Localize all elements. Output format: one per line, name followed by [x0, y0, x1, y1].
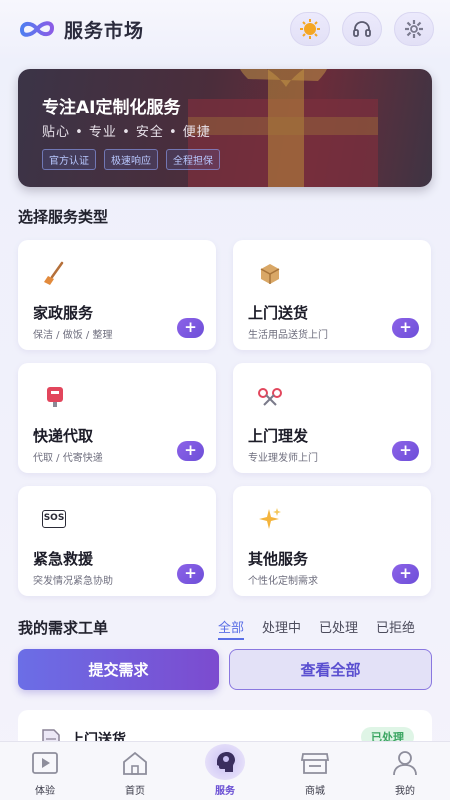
nav-label: 商城 — [305, 786, 325, 797]
service-desc: 保洁 / 做饭 / 整理 — [33, 330, 113, 341]
hero-banner[interactable]: 专注AI定制化服务 贴心 • 专业 • 安全 • 便捷 官方认证 极速响应 全程… — [18, 69, 432, 187]
service-desc: 突发情况紧急协助 — [33, 576, 113, 587]
service-name: 家政服务 — [33, 304, 94, 322]
view-all-button[interactable]: 查看全部 — [229, 649, 432, 690]
tab-processed[interactable]: 已处理 — [319, 617, 358, 640]
nav-item-store[interactable]: 商城 — [270, 742, 360, 800]
nav-item-service[interactable]: 服务 — [180, 742, 270, 800]
support-button[interactable] — [342, 12, 382, 46]
sparkles-icon — [259, 508, 281, 529]
nav-label: 首页 — [125, 786, 145, 797]
service-desc: 专业理发师上门 — [248, 453, 318, 464]
add-button[interactable]: + — [177, 441, 204, 461]
service-card-other[interactable]: 其他服务 个性化定制需求 + — [233, 486, 431, 596]
brain-head-icon — [217, 752, 235, 772]
tab-rejected[interactable]: 已拒绝 — [376, 617, 415, 640]
nav-label: 体验 — [35, 786, 55, 797]
broom-icon — [44, 261, 64, 285]
tab-all[interactable]: 全部 — [218, 617, 245, 640]
add-button[interactable]: + — [392, 564, 419, 584]
service-desc: 生活用品送货上门 — [248, 330, 328, 341]
service-name: 上门送货 — [248, 304, 309, 322]
user-icon — [393, 751, 417, 776]
hero-title: 专注AI定制化服务 — [42, 98, 181, 118]
nav-item-experience[interactable]: 体验 — [0, 742, 90, 800]
nav-label: 服务 — [215, 786, 235, 797]
sos-icon: SOS — [42, 510, 66, 528]
service-card-express[interactable]: 快递代取 代取 / 代寄快递 + — [18, 363, 216, 473]
service-section-title: 选择服务类型 — [18, 208, 109, 226]
app-header: 服务市场 — [0, 0, 450, 58]
nav-label: 我的 — [395, 786, 415, 797]
service-desc: 代取 / 代寄快递 — [33, 453, 103, 464]
bottom-nav: 体验 首页 服务 商城 我的 — [0, 741, 450, 800]
add-button[interactable]: + — [177, 318, 204, 338]
order-tabs: 全部 处理中 已处理 已拒绝 — [218, 617, 415, 640]
service-card-delivery[interactable]: 上门送货 生活用品送货上门 + — [233, 240, 431, 350]
service-name: 其他服务 — [248, 550, 309, 568]
tab-processing[interactable]: 处理中 — [262, 617, 301, 640]
hero-subtitle: 贴心 • 专业 • 安全 • 便捷 — [42, 125, 211, 140]
gear-icon — [405, 20, 423, 38]
scissors-icon — [258, 388, 282, 406]
package-icon — [260, 264, 280, 284]
nav-item-home[interactable]: 首页 — [90, 742, 180, 800]
hero-tag: 极速响应 — [104, 149, 158, 170]
hero-tag: 官方认证 — [42, 149, 96, 170]
postbox-icon — [47, 387, 63, 407]
service-card-haircut[interactable]: 上门理发 专业理发师上门 + — [233, 363, 431, 473]
sun-icon — [300, 19, 320, 39]
settings-button[interactable] — [394, 12, 434, 46]
theme-button[interactable] — [290, 12, 330, 46]
service-name: 紧急救援 — [33, 550, 94, 568]
hero-tag: 全程担保 — [166, 149, 220, 170]
add-button[interactable]: + — [177, 564, 204, 584]
service-desc: 个性化定制需求 — [248, 576, 318, 587]
add-button[interactable]: + — [392, 441, 419, 461]
infinity-logo-icon — [19, 21, 55, 37]
nav-item-profile[interactable]: 我的 — [360, 742, 450, 800]
store-icon — [300, 753, 330, 774]
home-icon — [123, 751, 147, 775]
submit-request-button[interactable]: 提交需求 — [18, 649, 219, 690]
app-title: 服务市场 — [64, 19, 145, 42]
service-card-housekeeping[interactable]: 家政服务 保洁 / 做饭 / 整理 + — [18, 240, 216, 350]
header-actions — [290, 12, 434, 46]
service-name: 快递代取 — [33, 427, 94, 445]
service-card-emergency[interactable]: SOS 紧急救援 突发情况紧急协助 + — [18, 486, 216, 596]
orders-section-title: 我的需求工单 — [18, 619, 109, 637]
add-button[interactable]: + — [392, 318, 419, 338]
headset-icon — [353, 21, 371, 37]
play-icon — [32, 752, 58, 774]
service-name: 上门理发 — [248, 427, 309, 445]
hero-tags: 官方认证 极速响应 全程担保 — [42, 149, 220, 170]
